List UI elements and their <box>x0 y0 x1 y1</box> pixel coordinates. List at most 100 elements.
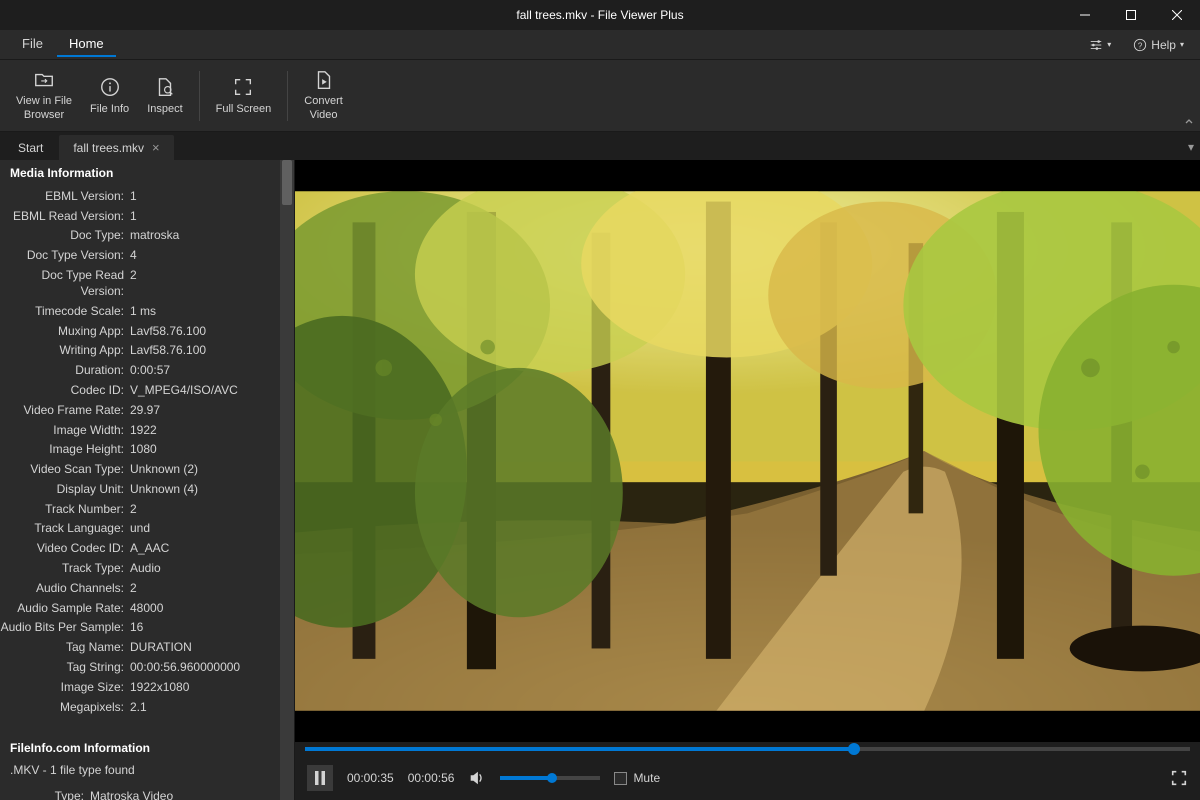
info-value: 1922 <box>130 422 157 438</box>
mute-checkbox[interactable]: Mute <box>614 771 660 785</box>
info-label: Writing App: <box>0 342 130 358</box>
seek-fill <box>305 747 854 751</box>
expand-icon <box>1170 769 1188 787</box>
info-value: 2 <box>130 501 137 517</box>
info-label: Video Codec ID: <box>0 540 130 556</box>
info-row: Audio Channels:2 <box>0 578 280 598</box>
info-value: V_MPEG4/ISO/AVC <box>130 382 238 398</box>
volume-handle[interactable] <box>547 773 557 783</box>
info-row: Doc Type Version:4 <box>0 245 280 265</box>
pause-button[interactable] <box>307 765 333 791</box>
sidebar-scrollbar[interactable] <box>280 160 294 800</box>
info-label: Type: <box>0 788 90 800</box>
tab-bar: Start fall trees.mkv × ▾ <box>0 132 1200 160</box>
collapse-ribbon-button[interactable] <box>1184 117 1194 127</box>
maximize-button[interactable] <box>1108 0 1154 30</box>
info-value: 29.97 <box>130 402 160 418</box>
toolbar: View in File Browser File Info Inspect F… <box>0 60 1200 132</box>
minimize-button[interactable] <box>1062 0 1108 30</box>
info-value: 1 ms <box>130 303 156 319</box>
video-area: 00:00:35 00:00:56 Mute <box>295 160 1200 800</box>
info-value: Unknown (4) <box>130 481 198 497</box>
toolbar-divider <box>199 71 200 121</box>
inspect-button[interactable]: Inspect <box>139 66 190 126</box>
info-label: Display Unit: <box>0 481 130 497</box>
speaker-icon <box>468 769 486 787</box>
info-value: 00:00:56.960000000 <box>130 659 240 675</box>
full-screen-button[interactable]: Full Screen <box>208 66 280 126</box>
progress-bar-container <box>295 742 1200 756</box>
volume-button[interactable] <box>468 769 486 787</box>
tab-close-button[interactable]: × <box>152 140 160 155</box>
video-display[interactable] <box>295 160 1200 742</box>
fullscreen-button[interactable] <box>1170 769 1188 787</box>
info-value: Unknown (2) <box>130 461 198 477</box>
info-row: Track Language:und <box>0 519 280 539</box>
info-label: Tag Name: <box>0 639 130 655</box>
info-value: DURATION <box>130 639 192 655</box>
info-row: Track Type:Audio <box>0 558 280 578</box>
seek-handle[interactable] <box>848 743 860 755</box>
info-row: Image Height:1080 <box>0 440 280 460</box>
info-value: Lavf58.76.100 <box>130 342 206 358</box>
info-row: Type:Matroska Video <box>0 787 280 800</box>
sliders-icon <box>1089 38 1103 52</box>
total-time: 00:00:56 <box>408 771 455 785</box>
chevron-down-icon: ▾ <box>1107 40 1111 49</box>
info-label: Doc Type Read Version: <box>0 267 130 299</box>
volume-slider[interactable] <box>500 776 600 780</box>
info-value: matroska <box>130 227 179 243</box>
info-value: Audio <box>130 560 161 576</box>
info-label: Megapixels: <box>0 699 130 715</box>
info-row: Track Number:2 <box>0 499 280 519</box>
tab-file[interactable]: fall trees.mkv × <box>59 135 173 160</box>
scrollbar-thumb[interactable] <box>282 160 292 205</box>
info-row: Video Frame Rate:29.97 <box>0 400 280 420</box>
info-value: 2 <box>130 267 137 299</box>
menubar: File Home ▾ ? Help ▾ <box>0 30 1200 60</box>
info-row: Muxing App:Lavf58.76.100 <box>0 321 280 341</box>
settings-button[interactable]: ▾ <box>1083 36 1117 54</box>
menu-file[interactable]: File <box>10 32 55 57</box>
tabs-dropdown-button[interactable]: ▾ <box>1188 140 1194 154</box>
svg-text:?: ? <box>1138 41 1143 50</box>
info-row: Timecode Scale:1 ms <box>0 301 280 321</box>
info-row: Video Scan Type:Unknown (2) <box>0 459 280 479</box>
info-row: EBML Read Version:1 <box>0 206 280 226</box>
info-value: 1 <box>130 208 137 224</box>
info-label: Muxing App: <box>0 323 130 339</box>
menu-home[interactable]: Home <box>57 32 116 57</box>
info-label: Doc Type: <box>0 227 130 243</box>
view-in-file-browser-button[interactable]: View in File Browser <box>8 66 80 126</box>
main-area: Media Information EBML Version:1EBML Rea… <box>0 160 1200 800</box>
file-info-button[interactable]: File Info <box>82 66 137 126</box>
info-row: Image Size:1922x1080 <box>0 677 280 697</box>
toolbar-divider <box>287 71 288 121</box>
info-row: EBML Version:1 <box>0 186 280 206</box>
info-value: 48000 <box>130 600 163 616</box>
info-label: Video Scan Type: <box>0 461 130 477</box>
info-label: Tag String: <box>0 659 130 675</box>
info-value: Matroska Video <box>90 788 173 800</box>
info-label: Doc Type Version: <box>0 247 130 263</box>
close-button[interactable] <box>1154 0 1200 30</box>
help-button[interactable]: ? Help ▾ <box>1127 36 1190 54</box>
convert-icon <box>312 69 336 91</box>
info-row: Audio Sample Rate:48000 <box>0 598 280 618</box>
media-info-header: Media Information <box>0 160 280 186</box>
convert-video-button[interactable]: Convert Video <box>296 66 351 126</box>
seek-bar[interactable] <box>305 747 1190 751</box>
info-value: und <box>130 520 150 536</box>
info-row: Doc Type:matroska <box>0 226 280 246</box>
info-label: EBML Read Version: <box>0 208 130 224</box>
tab-start[interactable]: Start <box>4 136 57 160</box>
info-sidebar: Media Information EBML Version:1EBML Rea… <box>0 160 295 800</box>
info-value: 2 <box>130 580 137 596</box>
info-label: Track Language: <box>0 520 130 536</box>
fileinfo-subheader: .MKV - 1 file type found <box>0 761 280 779</box>
info-value: 0:00:57 <box>130 362 170 378</box>
checkbox-icon <box>614 772 627 785</box>
info-icon <box>98 75 122 99</box>
info-label: Video Frame Rate: <box>0 402 130 418</box>
info-value: 16 <box>130 619 143 635</box>
